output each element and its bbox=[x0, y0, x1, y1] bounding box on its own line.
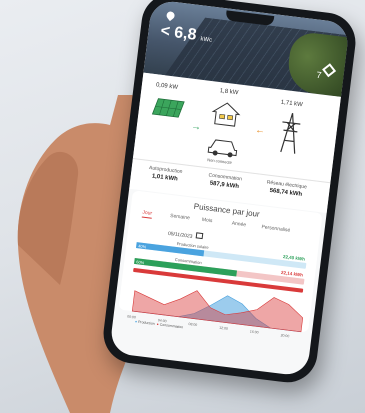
total-item: Consommation 587,9 kWh bbox=[196, 171, 253, 192]
calendar-icon[interactable] bbox=[195, 232, 204, 240]
tab-week[interactable]: Semaine bbox=[170, 213, 190, 221]
tab-day[interactable]: Jour bbox=[141, 209, 153, 219]
consumption-pct: 60% bbox=[136, 259, 145, 266]
tab-custom[interactable]: Personnalisé bbox=[261, 224, 290, 233]
date-picker[interactable]: 05/11/2023 bbox=[168, 229, 204, 241]
solar-power: 0,09 kW bbox=[155, 82, 179, 91]
grid-to-house-arrow-icon: ← bbox=[254, 124, 266, 137]
location-pin-icon[interactable] bbox=[164, 9, 177, 22]
power-per-day-card: Puissance par jour Jour Semaine Mois Ann… bbox=[118, 190, 323, 338]
x-tick-label: 12:00 bbox=[219, 326, 228, 331]
grid-power: 1,71 kW bbox=[280, 99, 304, 109]
installed-power-unit: kWc bbox=[200, 36, 213, 44]
total-value: 1,01 kWh bbox=[151, 173, 179, 183]
house-power: 1,8 kW bbox=[219, 88, 239, 97]
total-value: 568,74 kWh bbox=[269, 187, 303, 198]
x-tick-label: 20:00 bbox=[280, 333, 289, 338]
tab-year[interactable]: Année bbox=[231, 221, 246, 229]
production-pct: 40% bbox=[137, 243, 147, 250]
ev-car-icon bbox=[207, 139, 238, 158]
total-item: Réseau électrique 568,74 kWh bbox=[256, 178, 317, 199]
solar-panel-icon bbox=[151, 98, 185, 118]
solar-to-house-arrow-icon: → bbox=[190, 120, 202, 134]
tab-month[interactable]: Mois bbox=[202, 217, 213, 224]
installed-power-value: 6,8 bbox=[173, 24, 198, 44]
photo-scene: < 6,8 kWc 7 0,09 kW 1,8 kW 1,71 kW → ← N… bbox=[0, 0, 365, 413]
house-icon bbox=[211, 102, 241, 127]
smartphone: < 6,8 kWc 7 0,09 kW 1,8 kW 1,71 kW → ← N… bbox=[100, 0, 359, 386]
legend-production: Production bbox=[137, 319, 155, 326]
ev-status: Non connecté bbox=[206, 157, 233, 166]
total-value: 587,9 kWh bbox=[209, 180, 240, 191]
x-tick-label: 16:00 bbox=[250, 330, 259, 335]
selected-date: 05/11/2023 bbox=[167, 230, 193, 240]
total-item: Autoproduction 1,01 kWh bbox=[137, 164, 194, 185]
x-tick-label: 08:00 bbox=[188, 322, 197, 327]
power-pylon-icon bbox=[280, 112, 301, 154]
